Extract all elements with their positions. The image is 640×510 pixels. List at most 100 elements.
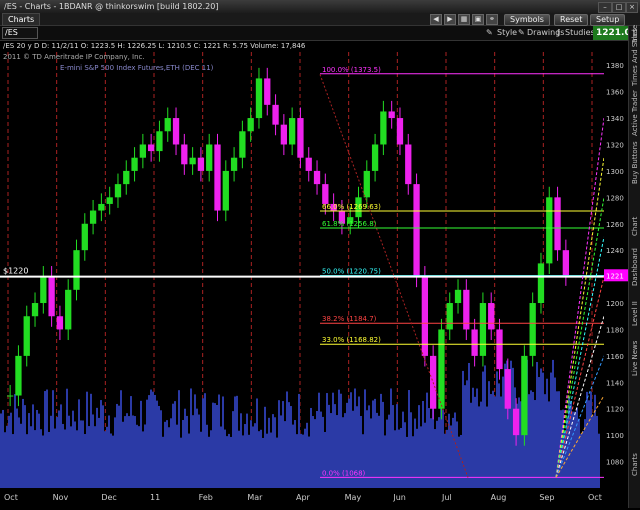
volume-bar <box>412 436 414 488</box>
side-tab-label: Times And Sales <box>631 28 639 86</box>
volume-bar <box>130 396 132 488</box>
volume-bar <box>146 399 148 488</box>
month-tick-label: May <box>345 493 362 502</box>
tab-charts[interactable]: Charts <box>2 13 41 26</box>
price-axis[interactable]: 1080110011201140116011801200122012401260… <box>604 52 628 488</box>
volume-bar <box>502 376 504 488</box>
month-tick-label: Oct <box>4 493 18 502</box>
volume-bar <box>126 413 128 488</box>
volume-bar <box>442 409 444 488</box>
volume-bar <box>148 395 150 488</box>
chart-canvas[interactable]: 100.0% (1373.5) 66.0% (1269.63) 61.8% (125… <box>0 52 604 488</box>
candle-body <box>189 157 196 165</box>
volume-bar <box>170 418 172 488</box>
volume-bar <box>86 391 88 488</box>
volume-bar <box>494 396 496 488</box>
drawings-icon[interactable]: ✎ <box>518 28 525 38</box>
volume-bar <box>260 429 262 488</box>
volume-bar <box>40 429 42 488</box>
volume-bar <box>194 394 196 488</box>
volume-bar <box>288 402 290 488</box>
fib-label: 66.0% (1269.63) <box>322 203 381 211</box>
candle-body <box>164 118 171 132</box>
candle-body <box>114 184 122 198</box>
volume-bar <box>172 403 174 488</box>
volume-bar <box>376 412 378 488</box>
volume-bar <box>290 406 292 488</box>
candle-body <box>562 250 569 276</box>
candle-body <box>181 144 188 165</box>
volume-bar <box>114 417 116 488</box>
side-tab[interactable]: Buy Buttons <box>629 141 640 214</box>
left-arrow-icon[interactable]: ◀ <box>430 14 442 25</box>
volume-bar <box>532 391 534 488</box>
volume-bar <box>154 394 156 488</box>
volume-bar <box>150 389 152 488</box>
copyright-text: 2011 © TD Ameritrade IP Company, Inc. <box>3 53 145 61</box>
volume-bar <box>382 401 384 488</box>
pencil-icon[interactable]: ✎ <box>486 28 493 38</box>
side-tab-label: Chart <box>631 216 639 236</box>
fib-label: 50.0% (1220.75) <box>322 268 381 276</box>
volume-bar <box>408 390 410 488</box>
window-titlebar: /ES - Charts - 1BDANR @ thinkorswim [bui… <box>0 0 640 13</box>
volume-bar <box>202 398 204 488</box>
volume-bar <box>158 405 160 488</box>
instrument-description: E-mini S&P 500 Index Futures,ETH (DEC 11… <box>60 64 214 72</box>
window-title: /ES - Charts - 1BDANR @ thinkorswim [bui… <box>4 2 219 11</box>
volume-bar <box>160 410 162 488</box>
volume-bar <box>422 401 424 488</box>
volume-bar <box>276 437 278 488</box>
volume-bar <box>6 425 8 488</box>
volume-bar <box>248 434 250 488</box>
volume-bar <box>52 390 54 488</box>
volume-bar <box>22 398 24 488</box>
volume-bar <box>140 400 142 488</box>
month-tick-label: Mar <box>247 493 263 502</box>
volume-bar <box>206 424 208 488</box>
volume-bar <box>404 422 406 488</box>
volume-bar <box>450 425 452 488</box>
volume-bar <box>134 416 136 488</box>
candle-body <box>297 118 304 158</box>
volume-bar <box>586 391 588 488</box>
candle-body <box>23 316 30 356</box>
volume-bar <box>220 426 222 488</box>
volume-bar <box>162 436 164 488</box>
candle-body <box>139 144 146 158</box>
volume-bar <box>246 413 248 488</box>
link-icon[interactable]: ⚭ <box>486 14 498 25</box>
reset-button[interactable]: Reset <box>554 14 589 26</box>
time-axis[interactable]: Oct Nov Dec 11 Feb Mar Apr May Jun Jul Aug Sep Oct <box>0 488 628 508</box>
price-tick-label: 1140 <box>606 379 624 387</box>
volume-bar <box>192 415 194 488</box>
side-tab[interactable]: Charts <box>629 453 640 506</box>
studies-menu[interactable]: Studies <box>565 28 595 38</box>
studies-icon[interactable]: ƒ <box>557 28 560 38</box>
volume-bar <box>0 413 2 488</box>
volume-bar <box>228 433 230 488</box>
close-icon[interactable]: × <box>626 2 638 13</box>
layout-icon[interactable]: ▣ <box>472 14 484 25</box>
volume-bar <box>184 408 186 488</box>
setup-button[interactable]: Setup <box>590 14 626 26</box>
maximize-icon[interactable]: □ <box>612 2 626 13</box>
right-arrow-icon[interactable]: ▶ <box>444 14 456 25</box>
volume-bar <box>230 436 232 488</box>
volume-bar <box>30 426 32 488</box>
month-tick-label: Dec <box>101 493 116 502</box>
candle-body <box>15 355 22 396</box>
style-menu[interactable]: Style <box>497 28 517 38</box>
volume-bar <box>26 434 28 488</box>
volume-bar <box>178 390 180 488</box>
side-tab[interactable]: Live News <box>629 341 640 406</box>
grid-icon[interactable]: ▦ <box>458 14 470 25</box>
symbols-button[interactable]: Symbols <box>504 14 550 26</box>
price-chart[interactable]: 100.0% (1373.5) 66.0% (1269.63) 61.8% (125… <box>0 52 604 488</box>
volume-bar <box>258 431 260 488</box>
candle-body <box>280 124 287 145</box>
candle-body <box>413 184 420 277</box>
minimize-icon[interactable]: – <box>598 2 612 13</box>
symbol-input[interactable]: /ES <box>2 27 38 39</box>
volume-bar <box>238 430 240 488</box>
